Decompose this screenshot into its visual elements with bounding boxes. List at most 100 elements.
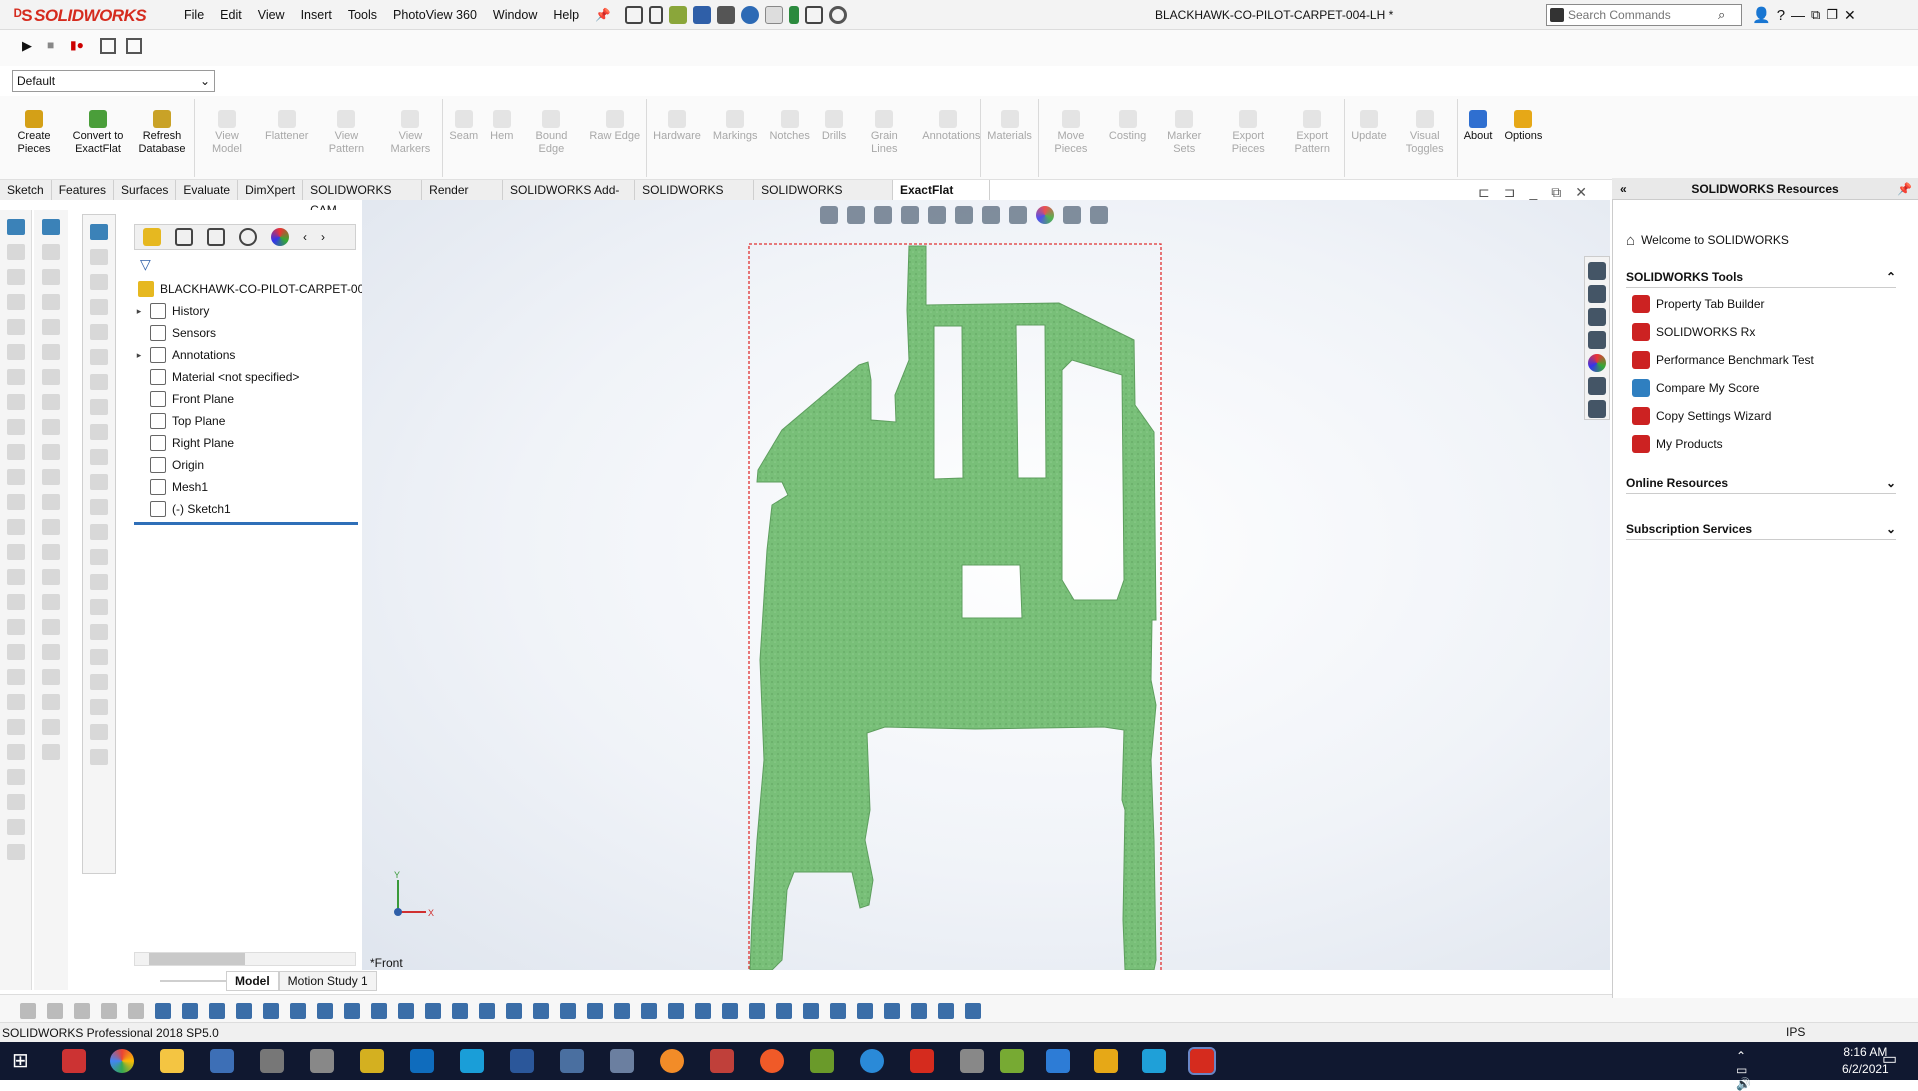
view-pattern-button[interactable]: View Pattern bbox=[320, 96, 372, 155]
user-icon[interactable]: 👤 bbox=[1752, 6, 1771, 24]
compare-my-score-link[interactable]: Compare My Score bbox=[1626, 374, 1916, 402]
outlook-icon[interactable] bbox=[410, 1049, 434, 1073]
solidworks-logo[interactable]: ᴰS SOLIDWORKS bbox=[14, 6, 147, 26]
filter-type-icon[interactable] bbox=[425, 1003, 441, 1019]
property-manager-icon[interactable] bbox=[175, 228, 193, 246]
menu-help[interactable]: Help bbox=[545, 8, 587, 22]
performance-benchmark-test-link[interactable]: Performance Benchmark Test bbox=[1626, 346, 1916, 374]
app-icon[interactable] bbox=[1094, 1049, 1118, 1073]
sketch-tool-icon[interactable] bbox=[90, 599, 108, 615]
tab-solidworks-cam[interactable]: SOLIDWORKS CAM bbox=[635, 180, 755, 217]
file-explorer-icon[interactable] bbox=[1588, 308, 1606, 326]
calculator-icon[interactable] bbox=[210, 1049, 234, 1073]
sketch-tool-icon[interactable] bbox=[42, 619, 60, 635]
sketch-tool-icon[interactable] bbox=[90, 524, 108, 540]
move-pieces-button[interactable]: Move Pieces bbox=[1045, 96, 1097, 155]
rebuild-icon[interactable] bbox=[789, 6, 799, 24]
tab-motion-study[interactable]: Motion Study 1 bbox=[278, 971, 377, 991]
taskbar-clock[interactable]: 8:16 AM 6/2/2021 bbox=[1842, 1044, 1889, 1078]
filter-type-icon[interactable] bbox=[965, 1003, 981, 1019]
filter-type-icon[interactable] bbox=[263, 1003, 279, 1019]
minimize-icon[interactable]: — bbox=[1791, 7, 1805, 23]
view-model-button[interactable]: View Model bbox=[201, 96, 253, 155]
hide-show-items-icon[interactable] bbox=[1009, 206, 1027, 224]
tab-surfaces[interactable]: Surfaces bbox=[114, 180, 177, 200]
sketch-tool-icon[interactable] bbox=[90, 549, 108, 565]
sketch-tool-icon[interactable] bbox=[42, 644, 60, 660]
zoom-to-area-icon[interactable] bbox=[847, 206, 865, 224]
windows-start-icon[interactable]: ⊞ bbox=[12, 1049, 36, 1073]
selection-filter-icon[interactable] bbox=[20, 1003, 36, 1019]
sketch-tool-icon[interactable] bbox=[42, 744, 60, 760]
convert-to-exactflat-button[interactable]: Convert to ExactFlat bbox=[72, 96, 124, 155]
home-icon[interactable] bbox=[625, 6, 643, 24]
menu-photoview[interactable]: PhotoView 360 bbox=[385, 8, 485, 22]
sketch-tool-icon[interactable] bbox=[6, 594, 25, 610]
filter-type-icon[interactable] bbox=[587, 1003, 603, 1019]
filter-type-icon[interactable] bbox=[479, 1003, 495, 1019]
new-document-icon[interactable] bbox=[649, 6, 663, 24]
filter-type-icon[interactable] bbox=[857, 1003, 873, 1019]
sketch-tool-icon[interactable] bbox=[6, 319, 25, 335]
filter-type-icon[interactable] bbox=[668, 1003, 684, 1019]
zoom-to-fit-icon[interactable] bbox=[820, 206, 838, 224]
create-pieces-button[interactable]: Create Pieces bbox=[8, 96, 60, 155]
bound-edge-button[interactable]: Bound Edge bbox=[525, 96, 577, 155]
filter-type-icon[interactable] bbox=[560, 1003, 576, 1019]
marker-sets-button[interactable]: Marker Sets bbox=[1158, 96, 1210, 155]
filter-type-icon[interactable] bbox=[398, 1003, 414, 1019]
solidworks-active-icon[interactable] bbox=[1188, 1047, 1216, 1075]
pin-pane-icon[interactable]: 📌 bbox=[1897, 178, 1912, 200]
filter-type-icon[interactable] bbox=[749, 1003, 765, 1019]
record-icon[interactable]: ▮● bbox=[70, 38, 84, 52]
subscription-section-header[interactable]: Subscription Services ⌄ bbox=[1626, 518, 1896, 540]
options-button[interactable]: Options bbox=[1504, 96, 1542, 143]
previous-view-icon[interactable] bbox=[874, 206, 892, 224]
feature-manager-icon[interactable] bbox=[143, 228, 161, 246]
pin-icon[interactable]: 📌 bbox=[587, 8, 619, 23]
markings-button[interactable]: Markings bbox=[713, 96, 757, 143]
sketch-tool-icon[interactable] bbox=[6, 769, 25, 785]
undo-icon[interactable] bbox=[741, 6, 759, 24]
view-palette-icon[interactable] bbox=[1588, 331, 1606, 349]
filter-type-icon[interactable] bbox=[776, 1003, 792, 1019]
sketch-tool-icon[interactable] bbox=[42, 444, 60, 460]
raw-edge-button[interactable]: Raw Edge bbox=[589, 96, 640, 143]
my-products-link[interactable]: My Products bbox=[1626, 430, 1916, 458]
hardware-button[interactable]: Hardware bbox=[653, 96, 701, 143]
view-settings-icon[interactable] bbox=[1090, 206, 1108, 224]
tree-root[interactable]: BLACKHAWK-CO-PILOT-CARPET-004 bbox=[138, 278, 371, 300]
sketch-tool-icon[interactable] bbox=[42, 394, 60, 410]
word-icon[interactable] bbox=[510, 1049, 534, 1073]
search-input[interactable] bbox=[1568, 8, 1718, 22]
appearances-icon[interactable] bbox=[1588, 354, 1606, 372]
export-pattern-button[interactable]: Export Pattern bbox=[1286, 96, 1338, 155]
print-icon[interactable] bbox=[717, 6, 735, 24]
filter-type-icon[interactable] bbox=[830, 1003, 846, 1019]
filter-type-icon[interactable] bbox=[317, 1003, 333, 1019]
visual-toggles-button[interactable]: Visual Toggles bbox=[1399, 96, 1451, 155]
doc-restore-icon[interactable]: ⧉ bbox=[1551, 184, 1561, 201]
sketch-tool-icon[interactable] bbox=[90, 374, 108, 390]
sketch-tool-icon[interactable] bbox=[6, 744, 25, 760]
sketch-tool-icon[interactable] bbox=[90, 624, 108, 640]
app-icon[interactable] bbox=[62, 1049, 86, 1073]
filter-type-icon[interactable] bbox=[695, 1003, 711, 1019]
sketch-tool-icon[interactable] bbox=[42, 344, 60, 360]
edit-appearance-icon[interactable] bbox=[1036, 206, 1054, 224]
sketch-tool-icon[interactable] bbox=[90, 649, 108, 665]
design-library-icon[interactable] bbox=[1588, 285, 1606, 303]
filter-type-icon[interactable] bbox=[506, 1003, 522, 1019]
sketch-tool-icon[interactable] bbox=[90, 249, 108, 265]
tab-features[interactable]: Features bbox=[52, 180, 115, 200]
sketch-tool-icon[interactable] bbox=[42, 494, 60, 510]
tree-item-origin[interactable]: Origin bbox=[134, 454, 371, 476]
sketch-tool-icon[interactable] bbox=[90, 474, 108, 490]
app-icon[interactable] bbox=[610, 1049, 634, 1073]
app-icon[interactable] bbox=[1142, 1049, 1166, 1073]
materials-button[interactable]: Materials bbox=[987, 96, 1032, 143]
sketch-tool-icon[interactable] bbox=[42, 544, 60, 560]
app-icon[interactable] bbox=[460, 1049, 484, 1073]
selection-filter-icon[interactable] bbox=[101, 1003, 117, 1019]
sketch-tool-icon[interactable] bbox=[6, 244, 25, 260]
